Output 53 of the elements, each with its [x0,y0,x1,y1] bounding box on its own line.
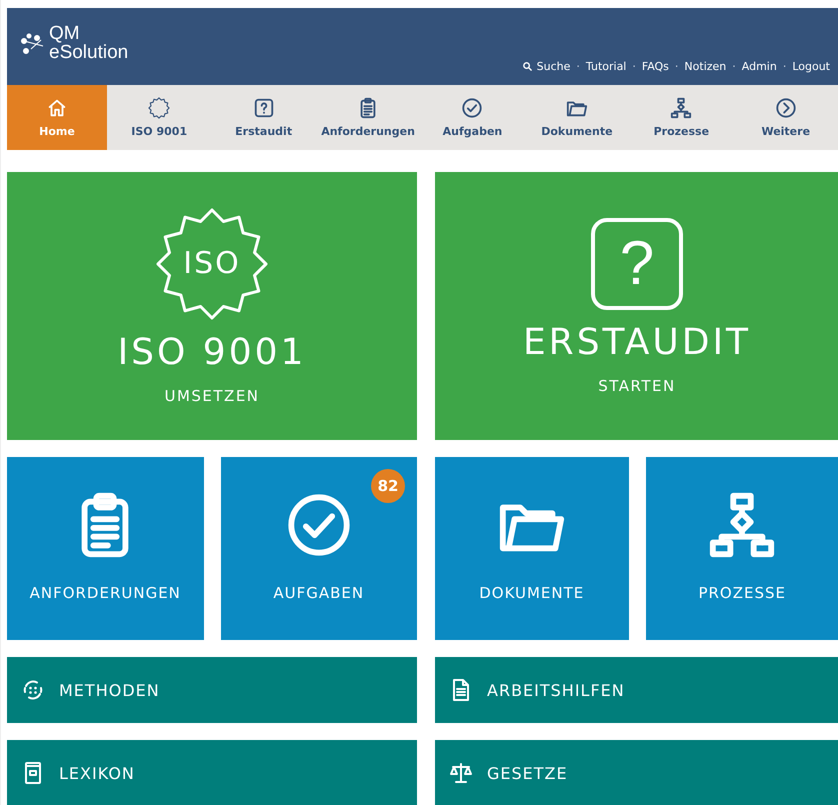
tile-title: PROZESSE [698,584,786,602]
nav-tab[interactable]: Weitere [734,85,838,150]
nav-tab[interactable]: Anforderungen [316,85,420,150]
nav-tab[interactable]: ISO 9001 [107,85,212,150]
row-title: GESETZE [487,764,568,782]
count-badge: 82 [371,469,405,503]
header-link[interactable]: Admin [742,60,777,73]
nav-tab[interactable]: Dokumente [524,85,630,150]
separator: · [674,60,678,73]
separator: · [576,60,580,73]
module-tile[interactable]: AUFGABEN 82 [220,457,417,640]
nav-tab[interactable]: Erstaudit [211,85,316,150]
tile-subtitle: STARTEN [598,376,676,394]
nav-tab[interactable]: Aufgaben [420,85,525,150]
logo-text: eSolution [49,42,128,62]
header-link[interactable]: Suche [522,60,570,73]
header-link[interactable]: FAQs [642,60,669,73]
chevron-circle-icon [774,97,797,119]
search-icon [522,61,533,72]
link-row[interactable]: METHODEN [7,657,417,723]
module-tile[interactable]: ANFORDERUNGEN [7,457,204,640]
module-tile[interactable]: DOKUMENTE [435,457,628,640]
link-row[interactable]: ARBEITSHILFEN [435,657,838,723]
header-link[interactable]: Tutorial [586,60,626,73]
separator: · [782,60,786,73]
header-link[interactable]: Logout [792,60,830,73]
link-row[interactable]: LEXIKON [7,740,417,805]
tile-title: AUFGABEN [273,584,364,602]
seal-label: ISO [182,244,242,282]
question-icon: ? [591,218,683,310]
row-title: METHODEN [59,680,160,700]
separator: · [732,60,736,73]
flowchart-icon [670,97,692,119]
scale-icon [449,761,473,785]
module-tile[interactable]: PROZESSE [646,457,838,640]
tile-subtitle: UMSETZEN [164,386,260,404]
tile-title: ERSTAUDIT [522,322,752,362]
header-link[interactable]: Notizen [684,60,726,73]
row-title: LEXIKON [59,764,135,782]
logo-text: QM [49,24,80,42]
row-title: ARBEITSHILFEN [487,680,625,700]
tile-title: ISO 9001 [118,332,306,372]
question-icon [252,97,275,119]
seal-icon [148,97,170,119]
tile-title: DOKUMENTE [479,584,584,602]
seal-icon [156,208,268,320]
check-circle-icon [461,97,484,119]
home-icon [46,97,68,119]
tile-title: ANFORDERUNGEN [30,584,181,602]
cycle-icon [21,678,45,702]
nav-tab[interactable]: Prozesse [629,85,734,150]
separator: · [632,60,636,73]
link-row[interactable]: GESETZE [435,740,838,805]
